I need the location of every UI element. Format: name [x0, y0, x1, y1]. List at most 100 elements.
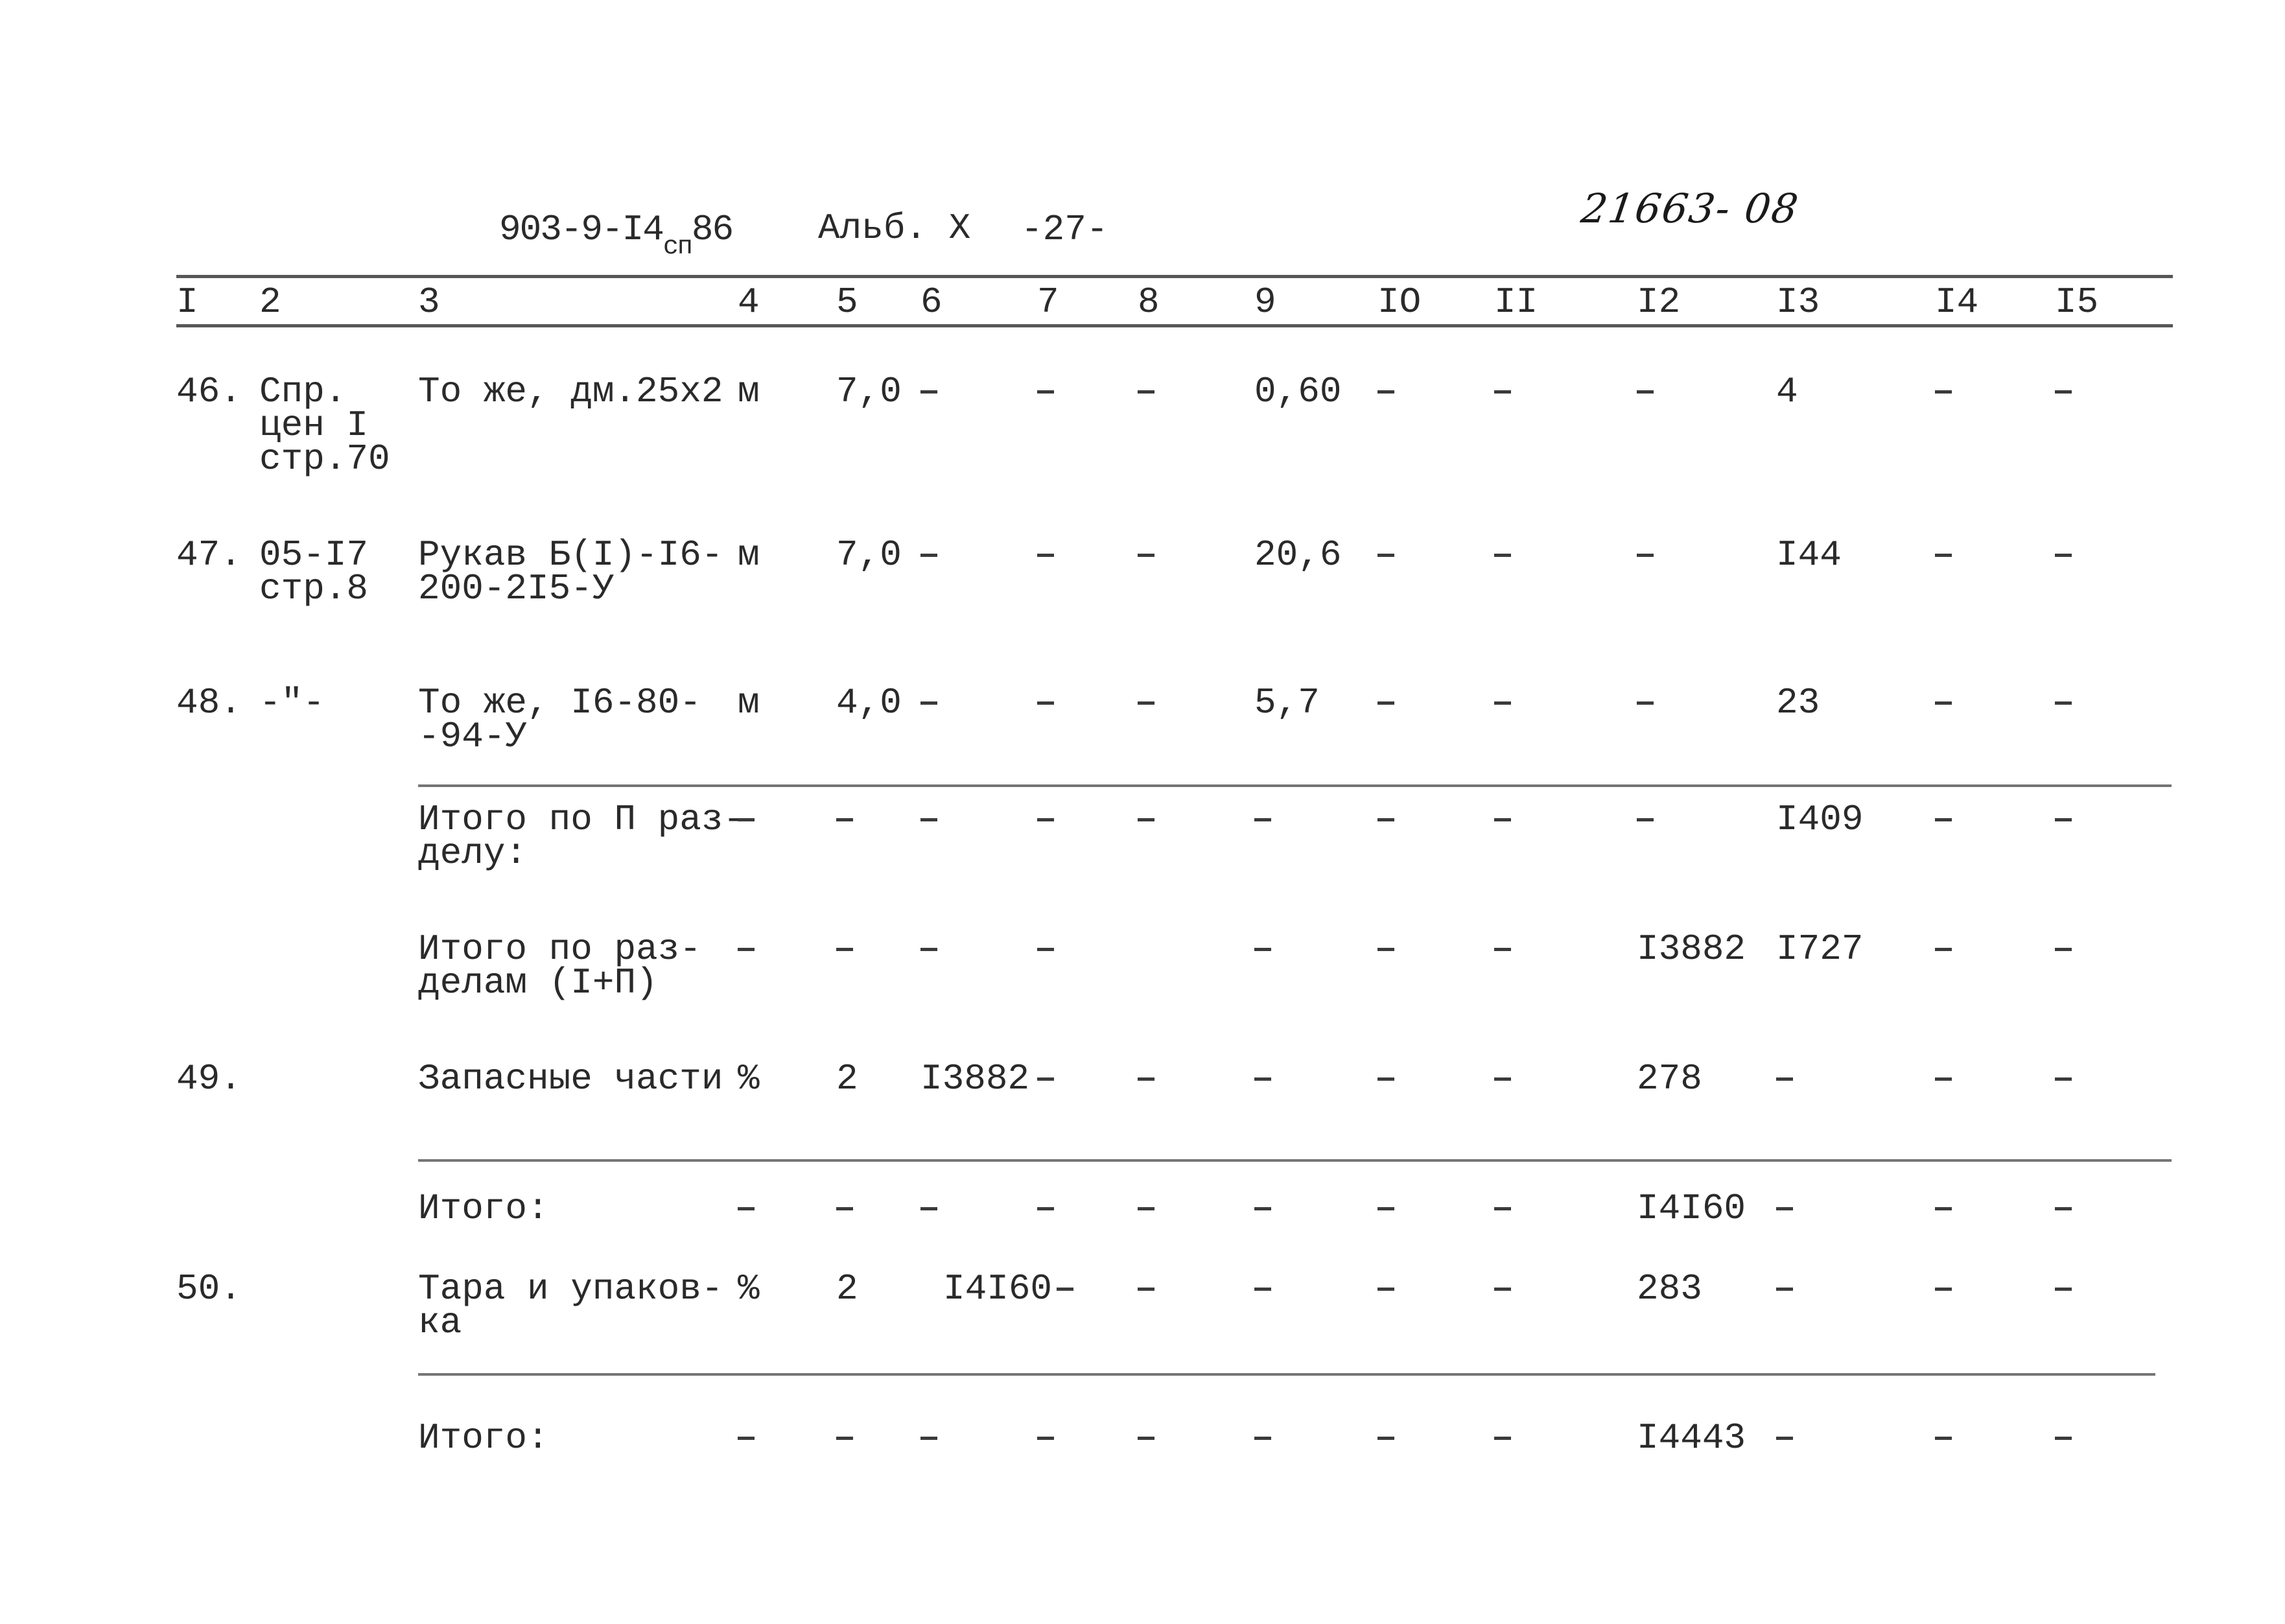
cell-c15 [2055, 932, 2072, 966]
cell-ref: -"- [259, 682, 325, 724]
dash-mark [1494, 1077, 1511, 1081]
cell-c11 [1494, 375, 1511, 408]
section-rule-2 [418, 1159, 2172, 1162]
cell-c6 [920, 1192, 937, 1225]
cell-c10 [1377, 686, 1394, 720]
cell-c14 [1935, 538, 1952, 572]
dash-mark [1377, 1077, 1394, 1081]
cell-c13: 4 [1776, 371, 1798, 412]
dash-mark [1637, 390, 1654, 394]
cell-num: 46. [176, 371, 242, 412]
cell-c13 [1776, 1421, 1793, 1455]
column-header-3: 3 [418, 281, 440, 323]
dash-mark [1037, 1206, 1054, 1210]
cell-c6 [920, 932, 937, 966]
dash-mark [1377, 701, 1394, 705]
cell-c7 [1037, 803, 1054, 836]
dash-mark [920, 553, 937, 557]
section-rule-3 [418, 1373, 2155, 1376]
dash-mark [1377, 1436, 1394, 1440]
cell-unit: м [738, 682, 760, 724]
section-rule-1 [418, 784, 2172, 787]
dash-mark [2055, 701, 2072, 705]
cell-c8 [1138, 538, 1154, 572]
cell-c14 [1935, 1272, 1952, 1306]
cell-c8 [1138, 1421, 1154, 1455]
doc-code-main: 903-9-I4 [499, 209, 664, 250]
cell-c14 [1935, 1192, 1952, 1225]
cell-c9 [1254, 1062, 1271, 1096]
dash-mark [1377, 1206, 1394, 1210]
dash-mark [836, 818, 853, 821]
dash-mark [1776, 1206, 1793, 1210]
cell-name: Запасные части [418, 1058, 723, 1100]
cell-c8 [1138, 803, 1154, 836]
cell-c7 [1057, 1272, 1073, 1306]
cell-name: То же, дм.25х2 [418, 371, 723, 412]
dash-mark [1254, 1077, 1271, 1081]
cell-name: Итого по раз- делам (I+П) [418, 928, 701, 1004]
column-header-15: I5 [2055, 281, 2099, 323]
cell-c13 [1776, 1272, 1793, 1306]
cell-c9 [1254, 1272, 1271, 1306]
dash-mark [1494, 947, 1511, 951]
cell-c15 [2055, 803, 2072, 836]
cell-c8 [1138, 1062, 1154, 1096]
dash-mark [920, 818, 937, 821]
cell-c10 [1377, 1192, 1394, 1225]
cell-c6 [920, 686, 937, 720]
cell-c15 [2055, 1062, 2072, 1096]
cell-c14 [1935, 803, 1952, 836]
cell-name: То же, I6-80- -94-У [418, 682, 701, 757]
dash-mark [1776, 1077, 1793, 1081]
dash-mark [1377, 1287, 1394, 1291]
dash-mark [2055, 1287, 2072, 1291]
cell-num: 50. [176, 1268, 242, 1310]
cell-c15 [2055, 1272, 2072, 1306]
cell-unit: % [738, 1268, 760, 1310]
dash-mark [1254, 1436, 1271, 1440]
cell-c10 [1377, 375, 1394, 408]
cell-unit [738, 1421, 755, 1455]
cell-c12 [1637, 538, 1654, 572]
dash-mark [1637, 553, 1654, 557]
dash-mark [1138, 1206, 1154, 1210]
cell-name: Итого по П раз- делу: [418, 799, 745, 874]
column-header-11: II [1494, 281, 1538, 323]
dash-mark [1776, 1436, 1793, 1440]
dash-mark [2055, 390, 2072, 394]
dash-mark [1935, 1287, 1952, 1291]
dash-mark [738, 947, 755, 951]
dash-mark [1935, 1077, 1952, 1081]
column-header-8: 8 [1138, 281, 1160, 323]
cell-c6 [920, 538, 937, 572]
dash-mark [1037, 701, 1054, 705]
dash-mark [1254, 818, 1271, 821]
cell-c13: I409 [1776, 799, 1864, 840]
dash-mark [1037, 947, 1054, 951]
cell-name: Итого: [418, 1417, 549, 1459]
column-header-5: 5 [836, 281, 858, 323]
cell-c10 [1377, 803, 1394, 836]
doc-code-subscript: сп [662, 233, 693, 262]
dash-mark [2055, 947, 2072, 951]
cell-c9: 20,6 [1254, 534, 1342, 576]
cell-c6 [920, 803, 937, 836]
cell-c5 [836, 932, 853, 966]
cell-c5: 7,0 [836, 534, 902, 576]
dash-mark [2055, 1077, 2072, 1081]
cell-c11 [1494, 538, 1511, 572]
cell-c6: I3882 [920, 1058, 1030, 1100]
dash-mark [1935, 1436, 1952, 1440]
cell-c5: 4,0 [836, 682, 902, 724]
dash-mark [1494, 701, 1511, 705]
cell-unit [738, 803, 755, 836]
doc-code-year: 86 [691, 209, 734, 250]
cell-c9 [1254, 803, 1271, 836]
cell-c15 [2055, 538, 2072, 572]
cell-ref: 05-I7 стр.8 [259, 534, 369, 609]
cell-c14 [1935, 686, 1952, 720]
cell-c6: I4I60 [943, 1268, 1053, 1310]
column-header-13: I3 [1776, 281, 1820, 323]
dash-mark [738, 1206, 755, 1210]
